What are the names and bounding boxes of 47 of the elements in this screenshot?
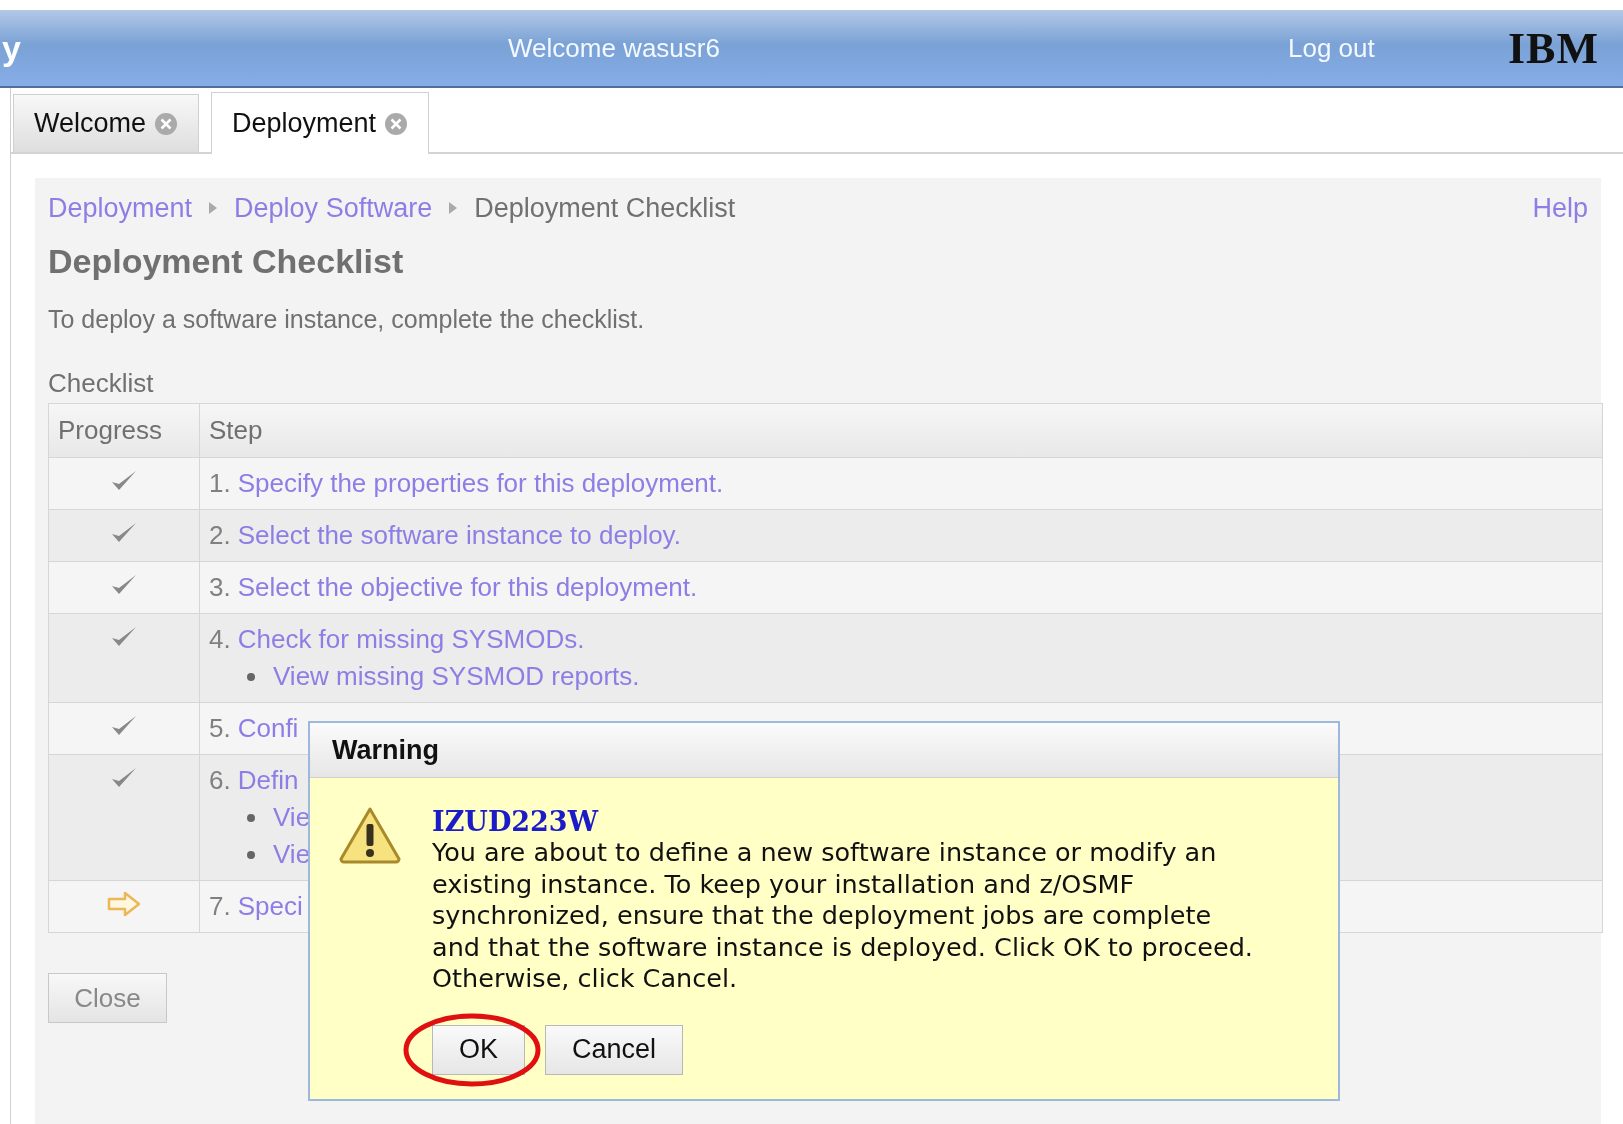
step-number: 3. <box>209 572 231 603</box>
close-button[interactable]: Close <box>48 973 167 1023</box>
report-link[interactable]: Vie <box>273 839 311 870</box>
bullet-icon <box>247 850 255 859</box>
current-page-label: Deployment Checklist <box>474 192 736 224</box>
warning-icon <box>338 806 402 864</box>
breadcrumb-link[interactable]: Deployment <box>48 192 193 224</box>
step-link[interactable]: Speci <box>237 891 303 922</box>
tab[interactable]: Deployment <box>211 92 430 154</box>
report-link[interactable]: Vie <box>273 802 311 833</box>
cancel-button[interactable]: Cancel <box>545 1024 684 1075</box>
description-text: To deploy a software instance, complete the checklist. <box>48 305 646 334</box>
bullet-icon <box>247 672 255 681</box>
tab[interactable]: Welcome <box>13 94 200 152</box>
step-number: 5. <box>209 713 231 744</box>
chevron-icon <box>448 201 459 215</box>
page-title: Deployment Checklist <box>48 242 405 281</box>
close-icon[interactable] <box>154 111 179 136</box>
chevron-icon <box>208 201 219 215</box>
step-link[interactable]: Confi <box>237 713 299 744</box>
step-link[interactable]: Defin <box>237 765 299 796</box>
step-link[interactable]: Select the software instance to deploy. <box>237 520 681 551</box>
logout-link[interactable]: Log out <box>1288 32 1508 64</box>
step-number: 1. <box>209 468 231 499</box>
bullet-icon <box>247 813 255 822</box>
step-link[interactable]: Specify the properties for this deployment. <box>237 468 724 499</box>
app-title-fragment: y <box>2 28 22 68</box>
help-link[interactable]: Help <box>1532 192 1588 224</box>
welcome-text: Welcome wasusr6 <box>508 32 721 64</box>
close-icon[interactable] <box>384 111 409 136</box>
column-header: Step <box>209 415 263 446</box>
dialog-title: Warning <box>310 723 1338 778</box>
section-label: Checklist <box>48 368 155 399</box>
step-number: 2. <box>209 520 231 551</box>
step-link[interactable]: Check for missing SYSMODs. <box>237 624 585 655</box>
step-number: 4. <box>209 624 231 655</box>
logo: IBM <box>1508 22 1599 74</box>
step-link[interactable]: Select the objective for this deployment. <box>237 572 698 603</box>
column-header: Progress <box>58 415 163 446</box>
step-number: 6. <box>209 765 231 796</box>
arrow-right-icon <box>107 891 141 917</box>
message-code: IZUD223W <box>432 806 600 837</box>
ok-button[interactable]: OK <box>432 1024 525 1075</box>
breadcrumb-link[interactable]: Deploy Software <box>234 192 433 224</box>
step-number: 7. <box>209 891 231 922</box>
message-text: You are about to define a new software instance or modify an existing instance. To keep your installation and z/OSMF synchronized, ensure that the deployment jobs are complete and that the software instance is deployed. Click OK to proceed. Otherwise, click Cancel. <box>432 837 1254 995</box>
report-link[interactable]: View missing SYSMOD reports. <box>273 661 640 692</box>
